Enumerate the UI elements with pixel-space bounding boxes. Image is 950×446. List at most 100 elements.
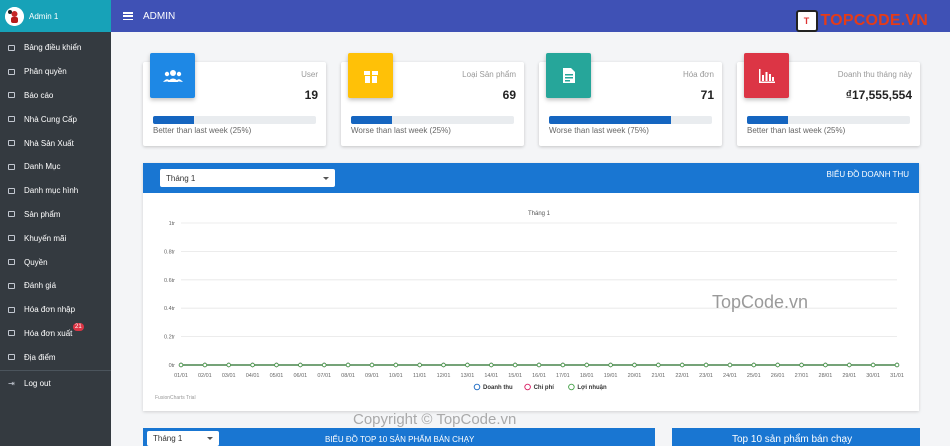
chevron-down-icon <box>323 176 329 180</box>
x-tick-label: 13/01 <box>461 373 475 379</box>
data-point <box>632 362 637 368</box>
menu-toggle-icon[interactable] <box>123 12 133 20</box>
brand-mark-icon: T <box>795 10 818 32</box>
sidebar-item-label: Địa điểm <box>24 352 56 362</box>
y-tick-label: 1tr <box>169 221 176 227</box>
progress-bar <box>153 116 316 124</box>
chevron-down-icon <box>207 437 213 440</box>
sidebar-item[interactable]: Danh Mục <box>0 155 111 179</box>
sidebar-item[interactable]: Bảng điều khiển <box>0 36 111 60</box>
sidebar-item[interactable]: Địa điểm <box>0 345 111 369</box>
data-point <box>560 362 566 368</box>
stat-description: Better than last week (25%) <box>153 126 252 135</box>
sidebar-item[interactable]: Quyền <box>0 250 111 274</box>
menu-item-icon <box>8 163 15 170</box>
x-tick-label: 28/01 <box>819 373 833 379</box>
sidebar-item-logout[interactable]: ⇥ Log out <box>0 371 111 395</box>
data-point <box>369 362 375 368</box>
sidebar-item[interactable]: Sản phẩm <box>0 203 111 227</box>
progress-bar <box>351 116 514 124</box>
sidebar-item[interactable]: Đánh giá <box>0 274 111 298</box>
sidebar-item[interactable]: Nhà Cung Cấp <box>0 107 111 131</box>
sidebar-item[interactable]: Hóa đơn nhập <box>0 298 111 322</box>
sidebar-item[interactable]: Phân quyền <box>0 60 111 84</box>
data-point <box>321 362 327 368</box>
legend-label: Doanh thu <box>483 385 513 391</box>
top-products-month-select[interactable]: Tháng 1 <box>147 431 219 446</box>
sidebar-item[interactable]: Hóa đơn xuất 21 <box>0 322 111 346</box>
data-point <box>870 362 876 368</box>
top-products-chart-panel: Tháng 1 BIỂU ĐỒ TOP 10 SẢN PHẨM BÁN CHẠY <box>143 428 655 446</box>
data-point <box>417 362 422 368</box>
data-point <box>178 362 184 368</box>
data-point <box>775 362 780 368</box>
menu-item-icon <box>8 354 15 361</box>
top-products-chart-title: BIỂU ĐỒ TOP 10 SẢN PHẨM BÁN CHẠY <box>325 435 475 444</box>
stat-card: Doanh thu tháng này ₫17,555,554 Better tha… <box>737 53 920 146</box>
menu-item-icon <box>8 211 15 218</box>
x-tick-label: 26/01 <box>771 373 785 379</box>
x-tick-label: 14/01 <box>484 373 498 379</box>
x-tick-label: 05/01 <box>270 373 284 379</box>
x-tick-label: 16/01 <box>532 373 546 379</box>
menu-item-icon <box>8 259 15 266</box>
stat-label: Hóa đơn <box>682 70 714 79</box>
x-tick-label: 18/01 <box>580 373 594 379</box>
x-tick-label: 19/01 <box>604 373 618 379</box>
sidebar-user-panel[interactable]: Admin 1 <box>0 0 111 32</box>
x-tick-label: 27/01 <box>795 373 809 379</box>
progress-bar <box>747 116 910 124</box>
x-tick-label: 06/01 <box>293 373 307 379</box>
data-point <box>847 362 852 368</box>
watermark: TopCode.vn <box>712 292 809 312</box>
sidebar-item-label: Sản phẩm <box>24 209 61 219</box>
revenue-chart-title: BIỂU ĐỒ DOANH THU <box>826 170 909 179</box>
sidebar-item-label: Báo cáo <box>24 90 54 100</box>
x-tick-label: 04/01 <box>246 373 260 379</box>
sidebar-item[interactable]: Khuyến mãi <box>0 226 111 250</box>
data-point <box>656 362 661 368</box>
x-tick-label: 11/01 <box>413 373 426 379</box>
sidebar-item-label: Hóa đơn xuất <box>24 328 73 338</box>
sidebar-username: Admin 1 <box>29 11 59 21</box>
data-point <box>751 362 756 368</box>
sidebar-item-label: Phân quyền <box>24 67 67 77</box>
sidebar-menu: Bảng điều khiển Phân quyền Báo cáo Nhà Cung… <box>0 36 111 369</box>
data-point <box>608 362 613 368</box>
x-tick-label: 02/01 <box>198 373 212 379</box>
top-products-list-panel: Top 10 sản phẩm bán chạy <box>672 428 920 446</box>
x-tick-label: 08/01 <box>341 373 355 379</box>
sidebar-item-label: Đánh giá <box>24 281 57 291</box>
stat-card: Hóa đơn 71 Worse than last week (75%) <box>539 53 722 146</box>
sidebar-item[interactable]: Nhà Sản Xuất <box>0 131 111 155</box>
x-tick-label: 21/01 <box>651 373 665 379</box>
box-icon <box>348 53 393 98</box>
stat-card: Loại Sản phẩm 69 Worse than last week (25%… <box>341 53 524 146</box>
revenue-chart-panel: Tháng 1 BIỂU ĐỒ DOANH THU Tháng 1 0tr 0.2t… <box>143 163 919 411</box>
data-point <box>703 362 709 368</box>
x-tick-label: 03/01 <box>222 373 236 379</box>
data-point <box>823 362 828 368</box>
progress-fill <box>549 116 672 124</box>
x-tick-label: 01/01 <box>174 373 188 379</box>
x-tick-label: 25/01 <box>747 373 761 379</box>
data-point <box>584 362 589 368</box>
stat-description: Worse than last week (75%) <box>549 126 649 135</box>
x-tick-label: 23/01 <box>699 373 713 379</box>
revenue-month-select[interactable]: Tháng 1 <box>160 169 335 187</box>
data-point <box>345 362 351 368</box>
sidebar-item[interactable]: Danh mục hình <box>0 179 111 203</box>
page-title: ADMIN <box>143 10 176 22</box>
stat-value: 69 <box>502 88 516 102</box>
sidebar: Admin 1 Bảng điều khiển Phân quyền Báo cáo… <box>0 0 111 446</box>
data-point <box>274 362 279 368</box>
x-tick-label: 29/01 <box>842 373 856 379</box>
select-value: Tháng 1 <box>166 173 196 183</box>
progress-fill <box>351 116 392 124</box>
sidebar-item[interactable]: Báo cáo <box>0 84 111 108</box>
avatar <box>5 6 24 26</box>
progress-fill <box>153 116 194 124</box>
menu-item-icon <box>8 187 15 194</box>
menu-item-icon <box>8 282 15 289</box>
brand-logo: T TOPCODE.VN <box>795 10 929 32</box>
